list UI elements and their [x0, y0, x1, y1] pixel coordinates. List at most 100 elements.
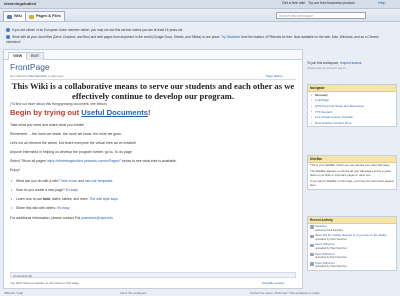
help-link[interactable]: Help [378, 1, 385, 5]
join-workspace: To join this workspace, request access. [307, 61, 397, 65]
login-hint[interactable]: Already have an account? Log in! [307, 67, 346, 70]
comments-bar[interactable]: Comments (0) [10, 272, 296, 278]
tab-wiki-label: Wiki [14, 14, 22, 18]
hero-subtext: (To find out more about this living/grow… [10, 102, 108, 106]
activity-user: uploaded by Paul Sanchez [315, 256, 347, 260]
sidebar-text: If you want a SideBar on this page, you'… [310, 179, 394, 188]
activity-item[interactable]: Open file for mobile devices or if you a… [308, 233, 396, 242]
sidebar-title: SideBar [308, 156, 396, 163]
show-all-pages-link[interactable]: https://elearningstudied.pbworks.com/w/P… [47, 159, 120, 163]
b3-italic: italics [52, 197, 61, 201]
folder-icon [29, 15, 34, 19]
begin-heading: Begin by trying out Useful Documents! [10, 108, 151, 117]
sidebar-text: The SideBar appears on almost all your w… [310, 169, 391, 178]
slickdrive-text-before: Work with all your cloud files (Drive, D… [12, 35, 222, 40]
file-icon [310, 234, 314, 239]
tab-pages-files[interactable]: Pages & Files [25, 11, 65, 21]
paragraph: Remember.....the more we share, the more… [10, 132, 122, 136]
activity-user: uploaded by Paul Sanchez [315, 237, 347, 241]
templates-link[interactable]: see use templates [85, 179, 113, 183]
footer: PBworks / Help About this workspace Cont… [0, 290, 400, 296]
list-item: Learn how to use bold, italics, tables, … [11, 197, 118, 201]
activity-item[interactable]: Glossary edited by Paul Sanchez [308, 224, 396, 233]
new-page-link[interactable]: It's easy [66, 188, 78, 192]
activity-title: Open file for mobile devices or if you a… [315, 233, 389, 238]
no-permission-note: You don't have permission to comment on … [10, 281, 80, 285]
file-icon [310, 225, 314, 229]
activity-item[interactable]: Open MS.docx uploaded by Paul Sanchez [308, 242, 396, 251]
activity-title: Open MS.docx [315, 242, 335, 247]
tab-wiki[interactable]: Wiki [3, 11, 26, 21]
useful-documents-link[interactable]: Useful Documents [81, 108, 148, 117]
tab-view[interactable]: VIEW [8, 52, 28, 60]
file-icon [310, 243, 314, 248]
tab-pages-label: Pages & Files [36, 14, 61, 18]
hero-text: This Wiki is a collaborative means to se… [11, 81, 295, 101]
activity-item[interactable]: Open MS.docx uploaded by Paul Sanchez [308, 252, 396, 261]
activity-item[interactable]: Open MS.docx uploaded by Paul Sanchez [308, 261, 396, 270]
byline: last edited by Paul Sanchez 4 years ago [10, 74, 64, 78]
paragraph: Enjoy! [10, 168, 20, 172]
footer-about-link[interactable]: About this workspace [120, 291, 147, 295]
get-free-wiki-link[interactable]: Get a free wiki [282, 1, 305, 5]
b2-text: How do you create a new page? [16, 188, 66, 192]
footer-pbworks-link[interactable]: PBworks / Help [4, 291, 23, 295]
style-guide-link[interactable]: The wiki style says [89, 197, 117, 201]
navigator-title: Navigator [308, 85, 396, 92]
byline-prefix: last edited by [10, 74, 29, 78]
byline-user-link[interactable]: Paul Sanchez [29, 74, 48, 78]
page-history-link[interactable]: Page history [266, 74, 283, 78]
page-title: FrontPage [10, 62, 50, 72]
wiki-icon [7, 15, 12, 19]
request-access-link[interactable]: request access. [340, 61, 362, 65]
join-prefix: To join this workspace, [307, 61, 340, 65]
activity-user: edited by Paul Sanchez [315, 228, 344, 232]
try-business-link[interactable]: Try our free business product [308, 1, 355, 5]
footer-contact-link[interactable]: Contact the owner / RSS feed / This work… [250, 291, 320, 295]
more-before: For additional information, please conta… [10, 216, 82, 220]
file-icon [310, 262, 314, 266]
search-input[interactable]: Search this workspace [276, 12, 366, 19]
list-item: What can you do with a wiki? Take a tour… [11, 179, 113, 183]
paragraph: For additional information, please conta… [10, 216, 296, 221]
take-tour-link[interactable]: Take a tour [61, 179, 78, 183]
p5-before: Select "Show all pages [10, 159, 47, 163]
paragraph: Take what you need and share what you cr… [10, 123, 85, 127]
paragraph: Anyone interested in helping us develop … [10, 150, 133, 154]
nav-item[interactable]: New Teacher Comfort Zone [308, 120, 396, 126]
paragraph: Let's not all reinvent the wheel, but sh… [10, 141, 137, 145]
contact-email-link[interactable]: psanchez@mpc.edu [81, 216, 113, 220]
begin-prefix: Begin by trying out [10, 108, 82, 117]
b3-mid2: , tables, and more. [60, 197, 90, 201]
activity-user: uploaded by Paul Sanchez [315, 246, 347, 250]
share-link[interactable]: It's easy [57, 206, 69, 210]
info-icon [6, 28, 10, 32]
slickdrive-link[interactable]: Try Slickdrive [221, 35, 240, 39]
info-icon [6, 35, 10, 39]
begin-suffix: ! [147, 108, 151, 117]
page-tabs: VIEW EDIT [4, 50, 302, 60]
activity-title: Glossary [315, 224, 327, 228]
tab-edit[interactable]: EDIT [26, 52, 45, 60]
b1-mid: and [77, 179, 85, 183]
list-item: Share this wiki with others. It's easy [11, 206, 69, 210]
eu-notice-text: If you are citizen of an European Union … [12, 28, 184, 33]
file-icon [310, 252, 314, 257]
wiki-name[interactable]: elearningstudied [4, 1, 36, 6]
activity-title: Open MS.docx [315, 251, 335, 256]
b3-text: Learn how to use [16, 197, 43, 201]
sidebar-panel: SideBar This is your SideBar, which you … [307, 155, 397, 191]
recent-activity-title: Recent Activity [308, 217, 396, 224]
p5-after: " below to see what else is available. [119, 159, 177, 163]
eu-notice: If you are citizen of an European Union … [6, 28, 392, 33]
paragraph: Select "Show all pages https://elearning… [10, 159, 296, 164]
printable-version-link[interactable]: Printable version [262, 281, 284, 285]
navigator-panel: Navigator Glossary FrontPage QSS Prep In… [307, 84, 397, 127]
slickdrive-notice: Work with all your cloud files (Drive, D… [6, 35, 392, 44]
activity-user: uploaded by Paul Sanchez [315, 265, 347, 269]
top-bar: elearningstudied Get a free wiki Try our… [0, 0, 400, 9]
b4-text: Share this wiki with others. [16, 206, 58, 210]
list-item: How do you create a new page? It's easy [11, 188, 78, 192]
main-content: VIEW EDIT FrontPage last edited by Paul … [3, 49, 303, 289]
divider [10, 79, 296, 80]
